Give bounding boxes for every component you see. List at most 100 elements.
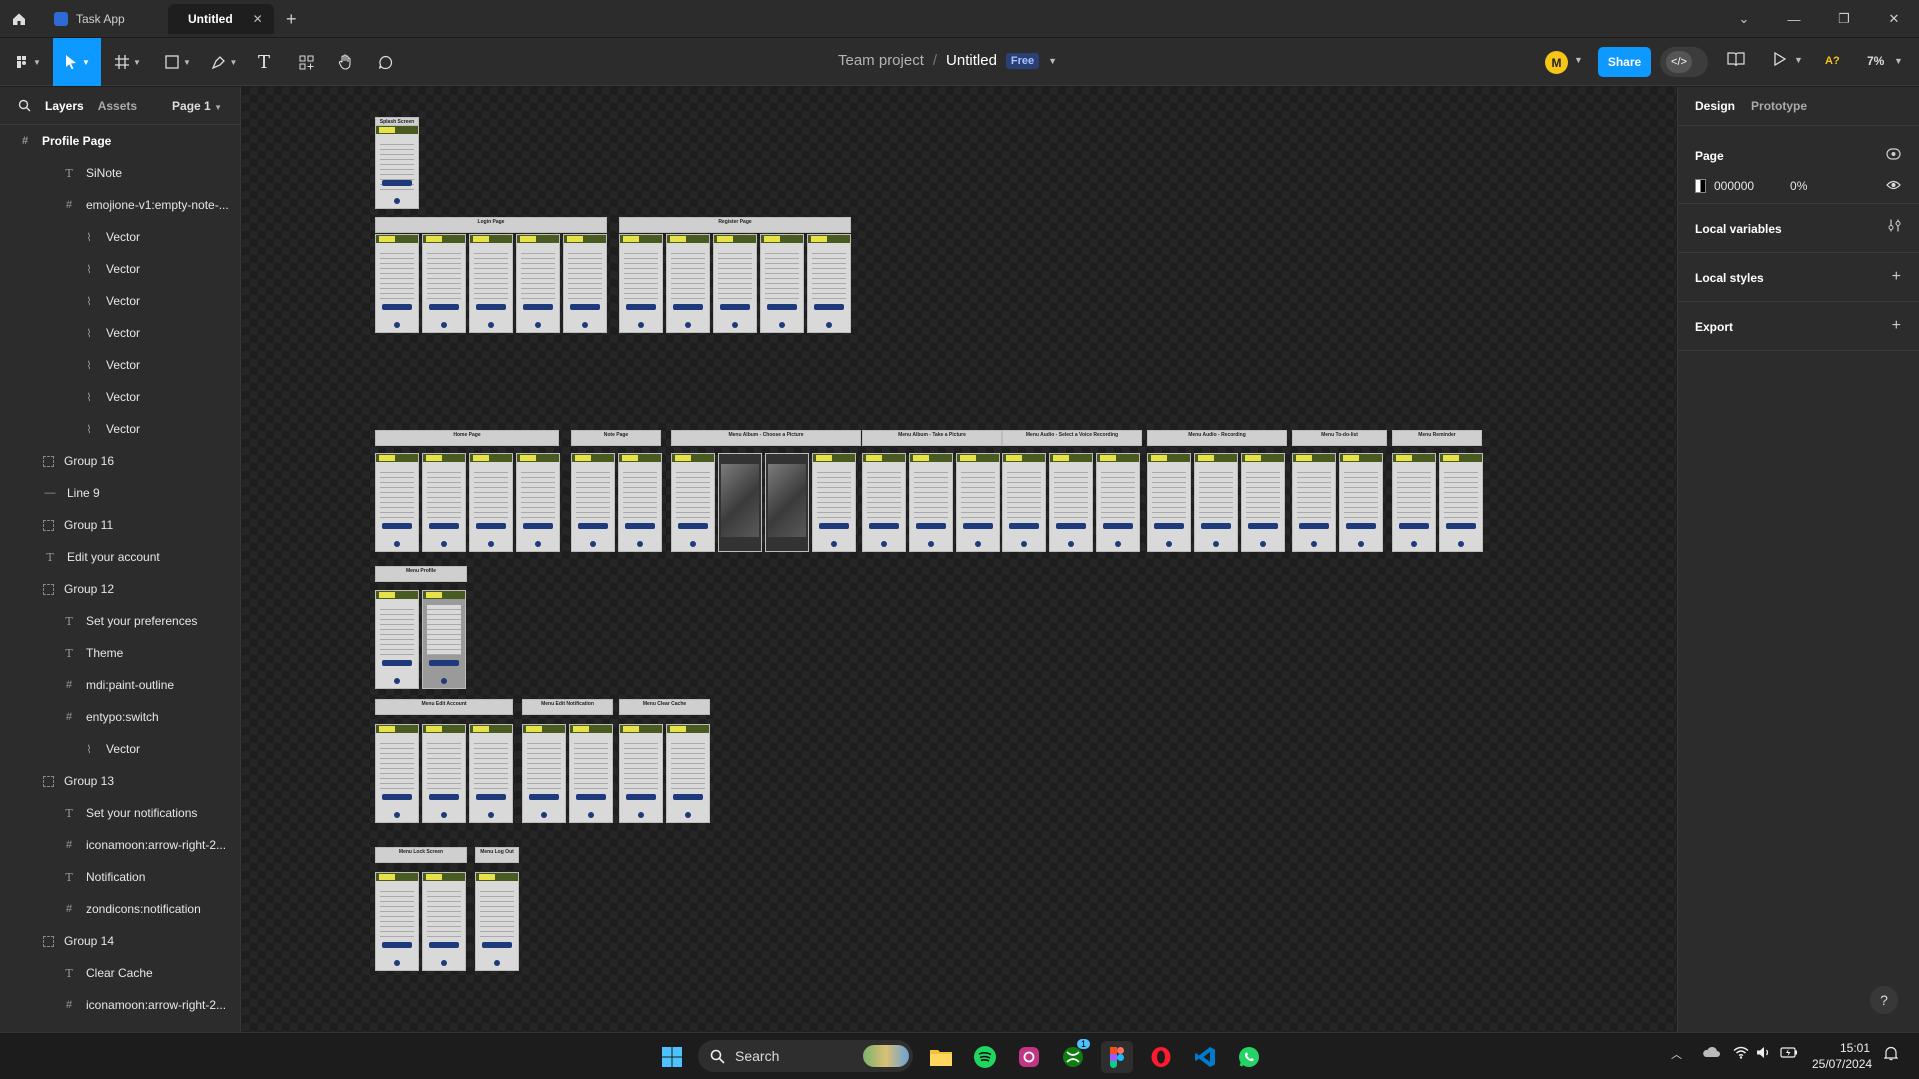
layer-row[interactable]: Group 12 xyxy=(0,573,240,605)
present-play-icon[interactable] xyxy=(1773,51,1787,69)
screen-frame-thumbnail[interactable] xyxy=(516,234,560,333)
layer-row[interactable]: T Edit your account xyxy=(0,541,240,573)
layer-row[interactable]: Group 13 xyxy=(0,765,240,797)
plan-badge[interactable]: Free xyxy=(1005,52,1040,69)
export-section[interactable]: Export + xyxy=(1678,302,1919,351)
breadcrumb-project[interactable]: Team project xyxy=(838,52,924,69)
section-label[interactable]: Menu Album - Take a Picture xyxy=(862,430,1002,446)
whatsapp-icon[interactable] xyxy=(1233,1041,1265,1073)
section-label[interactable]: Menu Clear Cache xyxy=(619,699,710,715)
local-styles-section[interactable]: Local styles + xyxy=(1678,253,1919,302)
layer-row[interactable]: ⌇ Vector xyxy=(0,381,240,413)
local-variables-section[interactable]: Local variables xyxy=(1678,204,1919,253)
clock[interactable]: 15:01 25/07/2024 xyxy=(1812,1040,1872,1072)
wifi-icon[interactable] xyxy=(1733,1046,1749,1062)
layer-row[interactable]: ⌇ Vector xyxy=(0,733,240,765)
section-label[interactable]: Menu Album - Choose a Picture xyxy=(671,430,861,446)
add-style-plus-icon[interactable]: + xyxy=(1892,268,1901,286)
variables-settings-icon[interactable] xyxy=(1888,219,1901,238)
hand-tool-icon[interactable] xyxy=(334,44,356,80)
screen-frame-thumbnail[interactable] xyxy=(375,234,419,333)
xbox-icon[interactable]: 1 xyxy=(1057,1039,1090,1073)
tray-chevron-up-icon[interactable]: ︿ xyxy=(1671,1046,1682,1062)
vscode-icon[interactable] xyxy=(1189,1041,1221,1073)
file-name[interactable]: Untitled xyxy=(946,52,997,69)
section-label[interactable]: Home Page xyxy=(375,430,559,446)
library-icon[interactable] xyxy=(1727,51,1745,70)
opera-icon[interactable] xyxy=(1145,1041,1177,1073)
screen-frame-thumbnail[interactable] xyxy=(619,724,663,823)
section-label[interactable]: Menu Log Out xyxy=(475,847,519,863)
screen-frame-thumbnail[interactable] xyxy=(807,234,851,333)
screen-frame-thumbnail[interactable] xyxy=(862,453,906,552)
layer-row[interactable]: ⌇ Vector xyxy=(0,317,240,349)
screen-frame-thumbnail[interactable] xyxy=(422,453,466,552)
close-window-icon[interactable]: ✕ xyxy=(1869,0,1919,38)
hide-variables-icon[interactable] xyxy=(1886,147,1901,164)
section-label[interactable]: Menu To-do-list xyxy=(1292,430,1387,446)
close-tab-icon[interactable]: ✕ xyxy=(253,12,263,26)
onedrive-icon[interactable] xyxy=(1702,1046,1720,1061)
tab-layers[interactable]: Layers xyxy=(45,99,84,113)
screen-frame-thumbnail[interactable] xyxy=(563,234,607,333)
screen-frame-thumbnail[interactable] xyxy=(618,453,662,552)
page-selector[interactable]: Page 1 ▼ xyxy=(172,99,222,113)
screen-frame-thumbnail[interactable] xyxy=(765,453,809,552)
avatar-chevron-icon[interactable]: ▼ xyxy=(1574,55,1583,65)
section-label[interactable]: Note Page xyxy=(571,430,661,446)
instagram-icon[interactable] xyxy=(1013,1041,1045,1073)
layer-row[interactable]: — Line 9 xyxy=(0,477,240,509)
tab-prototype[interactable]: Prototype xyxy=(1751,99,1807,113)
page-fill-row[interactable]: 000000 0% xyxy=(1695,179,1807,193)
avatar[interactable]: M xyxy=(1545,51,1568,74)
zoom-level[interactable]: 7% xyxy=(1867,54,1884,68)
color-swatch[interactable] xyxy=(1695,179,1706,193)
screen-frame-thumbnail[interactable] xyxy=(718,453,762,552)
screen-frame-thumbnail[interactable] xyxy=(1194,453,1238,552)
home-button[interactable] xyxy=(0,0,38,38)
zoom-chevron-icon[interactable]: ▼ xyxy=(1894,56,1903,66)
screen-frame-thumbnail[interactable] xyxy=(422,590,466,689)
screen-frame-thumbnail[interactable] xyxy=(375,590,419,689)
layer-row[interactable]: T Set your preferences xyxy=(0,605,240,637)
move-tool-button[interactable]: ▼ xyxy=(53,38,101,86)
battery-icon[interactable] xyxy=(1780,1046,1798,1061)
tab-untitled[interactable]: Untitled ✕ xyxy=(168,4,274,34)
figma-taskbar-icon[interactable] xyxy=(1101,1041,1133,1073)
screen-frame-thumbnail[interactable] xyxy=(516,453,560,552)
help-button[interactable]: ? xyxy=(1870,986,1898,1014)
layer-row[interactable]: Group 16 xyxy=(0,445,240,477)
screen-frame-thumbnail[interactable] xyxy=(375,872,419,971)
layer-row[interactable]: # emojione-v1:empty-note-... xyxy=(0,189,240,221)
section-label[interactable]: Menu Lock Screen xyxy=(375,847,467,863)
page-color-value[interactable]: 000000 xyxy=(1714,179,1754,193)
tab-task-app[interactable]: Task App xyxy=(42,4,166,34)
section-label[interactable]: Menu Edit Account xyxy=(375,699,513,715)
screen-frame-thumbnail[interactable] xyxy=(812,453,856,552)
dev-mode-toggle[interactable]: </> xyxy=(1660,47,1708,77)
section-label[interactable]: Menu Reminder xyxy=(1392,430,1482,446)
eye-icon[interactable] xyxy=(1886,179,1901,194)
screen-frame-thumbnail[interactable] xyxy=(375,724,419,823)
layer-row[interactable]: T Theme xyxy=(0,637,240,669)
section-label[interactable]: Menu Edit Notification xyxy=(522,699,613,715)
screen-frame-thumbnail[interactable] xyxy=(760,234,804,333)
layer-row[interactable]: ⌇ Vector xyxy=(0,253,240,285)
text-tool-icon[interactable]: T xyxy=(254,44,274,80)
section-label[interactable]: Register Page xyxy=(619,217,851,233)
spotify-icon[interactable] xyxy=(969,1041,1001,1073)
tab-design[interactable]: Design xyxy=(1695,99,1735,113)
present-chevron-icon[interactable]: ▼ xyxy=(1794,55,1803,65)
screen-frame-thumbnail[interactable] xyxy=(469,453,513,552)
layer-row[interactable]: T SiNote xyxy=(0,157,240,189)
screen-frame-thumbnail[interactable] xyxy=(422,724,466,823)
screen-frame-thumbnail[interactable] xyxy=(666,234,710,333)
shape-tool-button[interactable]: ▼ xyxy=(160,44,196,80)
section-label[interactable]: Menu Audio - Recording xyxy=(1147,430,1287,446)
design-canvas[interactable]: Splash Screen Login Page Register Page Home… xyxy=(242,87,1676,1032)
taskbar-search[interactable]: Search xyxy=(698,1040,913,1072)
resources-tool-button[interactable] xyxy=(296,44,316,80)
add-export-plus-icon[interactable]: + xyxy=(1892,317,1901,335)
screen-frame-thumbnail[interactable] xyxy=(1339,453,1383,552)
screen-frame-thumbnail[interactable] xyxy=(1392,453,1436,552)
